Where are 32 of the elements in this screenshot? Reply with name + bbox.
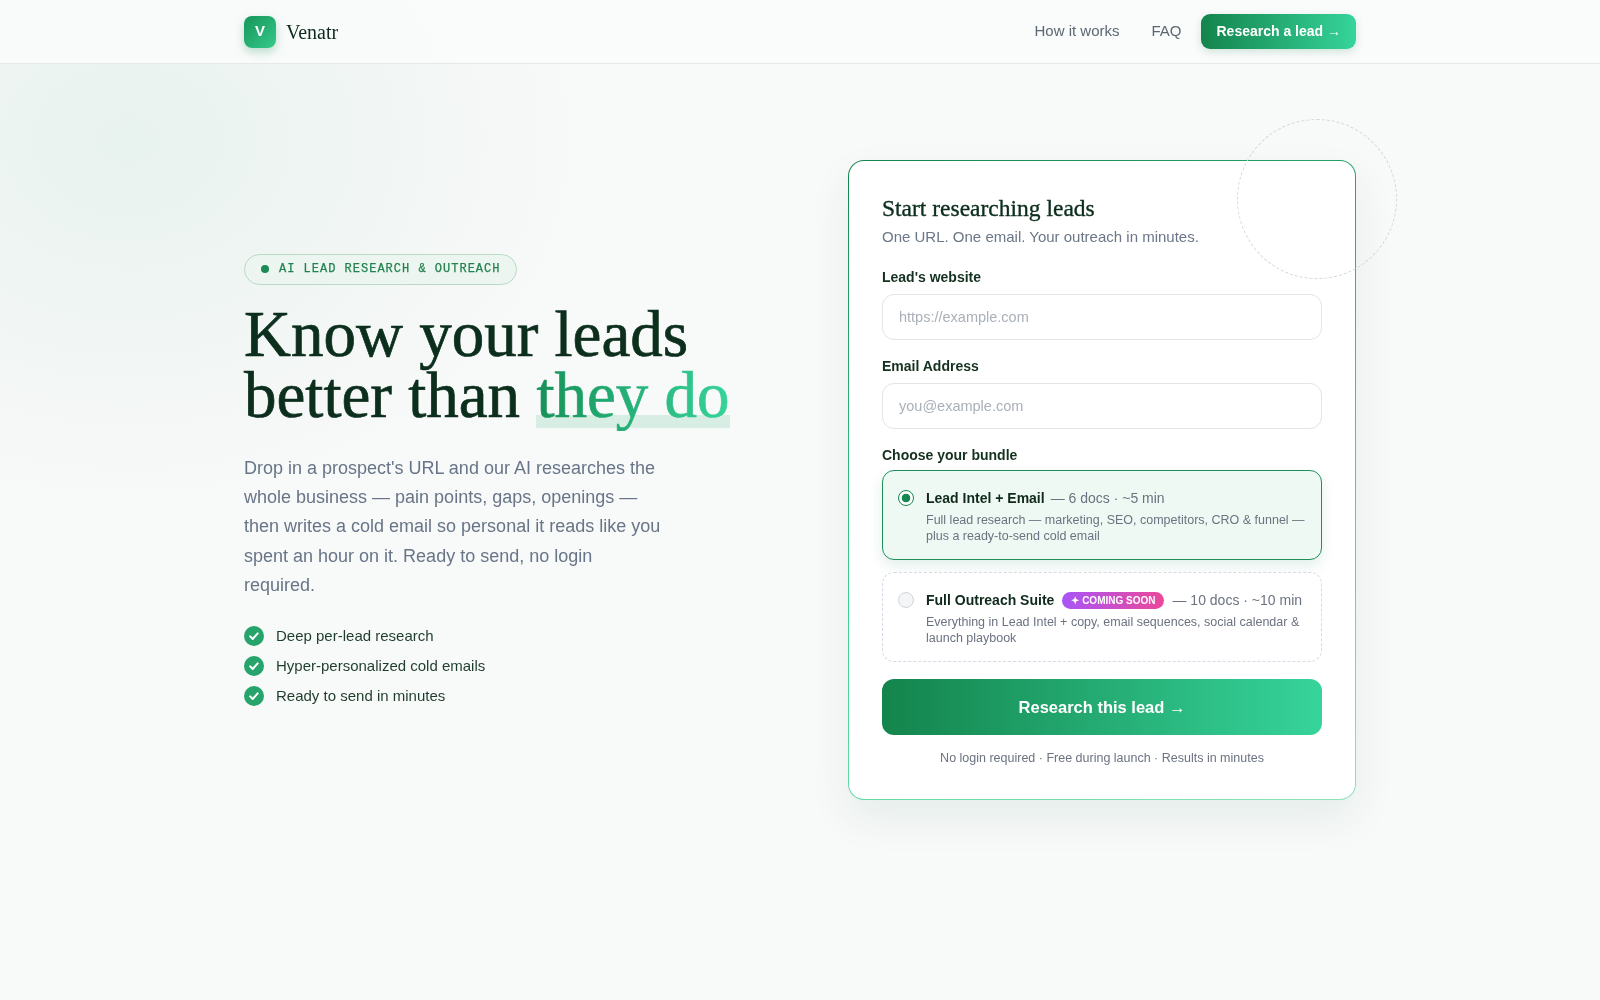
- check-circle-icon: [244, 626, 264, 647]
- tagline-text: AI LEAD RESEARCH & OUTREACH: [279, 261, 501, 279]
- bundle-meta: — 6 docs · ~5 min: [1050, 488, 1165, 508]
- hero-headline: Know your leads better than they do: [244, 297, 731, 433]
- feature-text: Ready to send in minutes: [276, 686, 446, 706]
- bundle-name: Lead Intel + Email: [926, 488, 1045, 508]
- text-input[interactable]: https://example.com: [882, 294, 1322, 340]
- check-circle-icon: [244, 656, 264, 677]
- coming-soon-badge: ✦ COMING SOON: [1062, 591, 1165, 609]
- bundle-meta: — 10 docs · ~10 min: [1172, 590, 1303, 610]
- bundle-name: Full Outreach Suite: [926, 590, 1055, 610]
- text-input[interactable]: you@example.com: [882, 383, 1322, 429]
- nav-link[interactable]: FAQ: [1151, 20, 1182, 43]
- field-label: Email Address: [882, 357, 980, 376]
- field-label: Lead's website: [882, 268, 983, 287]
- field-label: Choose your bundle: [882, 446, 1019, 465]
- dot-icon: [261, 265, 269, 274]
- card-subtitle: One URL. One email. Your outreach in minutes.: [882, 227, 1200, 247]
- hero-description: Drop in a prospect's URL and our AI researches the whole business — pain points, gaps, openings — then writes a cold email so personal it reads like you spent an hour on it. Ready to send, no login required.: [244, 456, 662, 597]
- bundle-description: Everything in Lead Intel + copy, email sequences, social calendar & launch playbook: [926, 614, 1301, 646]
- nav-link[interactable]: How it works: [1034, 20, 1120, 43]
- bundle-description: Full lead research — marketing, SEO, competitors, CRO & funnel — plus a ready-to-send cold email: [926, 512, 1306, 544]
- feature-text: Deep per-lead research: [276, 626, 434, 646]
- feature-text: Hyper-personalized cold emails: [276, 656, 486, 676]
- check-circle-icon: [244, 686, 264, 707]
- form-footnote: No login required · Free during launch · Results in minutes: [939, 750, 1265, 766]
- radio-button[interactable]: [898, 490, 914, 506]
- research-lead-submit-button[interactable]: Research this lead →: [882, 679, 1322, 735]
- card-title: Start researching leads: [882, 195, 1096, 221]
- bundle-option[interactable]: Lead Intel + Email — 6 docs · ~5 min Full lead research — marketing, SEO, competitors, CRO & funnel — plus a ready-to-send cold email: [882, 470, 1322, 560]
- logo-mark[interactable]: V: [244, 15, 276, 48]
- brand-name: Venatr: [286, 19, 339, 44]
